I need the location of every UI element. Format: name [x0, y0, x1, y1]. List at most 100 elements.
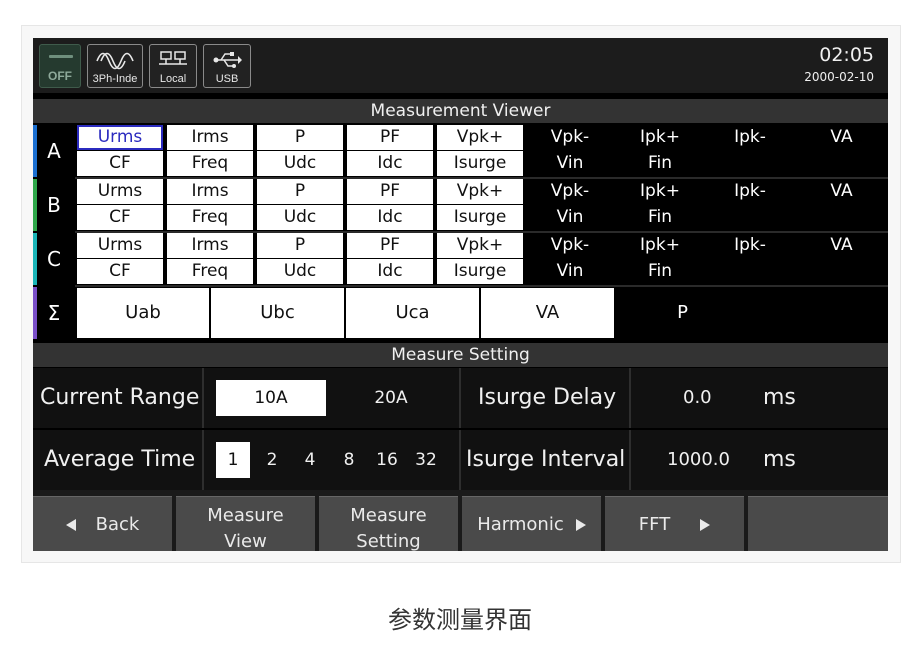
phase-a-label: A — [47, 139, 61, 163]
param-cf-cell[interactable]: CF — [77, 259, 163, 284]
param-isurge-cell[interactable]: Isurge — [437, 151, 523, 176]
param-p-cell[interactable]: P — [257, 125, 343, 150]
param-fin-cell[interactable]: Fin — [617, 151, 703, 176]
param-urms-cell[interactable]: Urms — [77, 125, 163, 150]
param-cf-cell[interactable]: CF — [77, 151, 163, 176]
param-vin-cell[interactable]: Vin — [527, 259, 613, 284]
param-cf-cell[interactable]: CF — [77, 205, 163, 230]
param-udc-cell[interactable]: Udc — [257, 205, 343, 230]
param-urms-cell[interactable]: Urms — [77, 179, 163, 204]
param-fin-cell[interactable]: Fin — [617, 205, 703, 230]
param-vin-cell[interactable]: Vin — [527, 151, 613, 176]
fft-arrow-icon — [700, 519, 711, 531]
param-ipk--cell[interactable]: Ipk+ — [617, 179, 703, 204]
sigma-p-cell[interactable]: P — [616, 288, 749, 338]
measure-view-softkey[interactable]: Measure View — [176, 496, 315, 551]
divider — [459, 430, 461, 490]
wiring-mode-button[interactable]: 3Ph-Inde — [87, 44, 143, 88]
back-arrow-icon — [65, 519, 76, 531]
divider — [459, 368, 461, 428]
current-range-label: Current Range — [40, 385, 200, 410]
param-empty-cell — [707, 259, 793, 284]
param-empty-cell — [797, 259, 886, 284]
param-freq-cell[interactable]: Freq — [167, 151, 253, 176]
isurge-interval-value[interactable]: 1000.0 — [667, 430, 730, 490]
param-empty-cell — [707, 151, 793, 176]
clock: 02:05 2000-02-10 — [804, 44, 874, 84]
current-range-option-10a[interactable]: 10A — [216, 380, 326, 416]
phase-b-label: B — [47, 193, 61, 217]
param-udc-cell[interactable]: Udc — [257, 151, 343, 176]
param-empty-cell — [797, 151, 886, 176]
param-idc-cell[interactable]: Idc — [347, 259, 433, 284]
param-vin-cell[interactable]: Vin — [527, 205, 613, 230]
param-isurge-cell[interactable]: Isurge — [437, 205, 523, 230]
sigma-uca-cell[interactable]: Uca — [346, 288, 479, 338]
param-va-cell[interactable]: VA — [797, 233, 886, 258]
wiring-mode-label: 3Ph-Inde — [92, 73, 138, 85]
back-label: Back — [95, 514, 140, 535]
param-va-cell[interactable]: VA — [797, 179, 886, 204]
current-range-option-20a[interactable]: 20A — [336, 380, 446, 416]
param-ipk--cell[interactable]: Ipk- — [707, 125, 793, 150]
param-va-cell[interactable]: VA — [797, 125, 886, 150]
sigma-uab-cell[interactable]: Uab — [77, 288, 209, 338]
divider — [629, 430, 631, 490]
harmonic-arrow-icon — [575, 519, 586, 531]
local-network-icon — [159, 51, 187, 65]
average-time-option-8[interactable]: 8 — [332, 442, 366, 478]
softkey-bar: Back Measure View Measure Setting Harmonic… — [33, 490, 888, 551]
param-pf-cell[interactable]: PF — [347, 233, 433, 258]
param-ipk--cell[interactable]: Ipk+ — [617, 233, 703, 258]
measure-setting-softkey[interactable]: Measure Setting — [319, 496, 458, 551]
param-freq-cell[interactable]: Freq — [167, 259, 253, 284]
back-softkey[interactable]: Back — [33, 496, 172, 551]
output-off-button[interactable]: OFF — [39, 44, 81, 88]
average-time-option-2[interactable]: 2 — [255, 442, 289, 478]
param-udc-cell[interactable]: Udc — [257, 259, 343, 284]
param-vpk--cell[interactable]: Vpk- — [527, 233, 613, 258]
param-irms-cell[interactable]: Irms — [167, 125, 253, 150]
clock-time: 02:05 — [819, 44, 874, 66]
average-time-option-16[interactable]: 16 — [370, 442, 404, 478]
param-ipk--cell[interactable]: Ipk- — [707, 233, 793, 258]
param-vpk--cell[interactable]: Vpk+ — [437, 233, 523, 258]
param-isurge-cell[interactable]: Isurge — [437, 259, 523, 284]
param-idc-cell[interactable]: Idc — [347, 151, 433, 176]
param-ipk--cell[interactable]: Ipk+ — [617, 125, 703, 150]
param-freq-cell[interactable]: Freq — [167, 205, 253, 230]
param-p-cell[interactable]: P — [257, 233, 343, 258]
three-phase-wave-icon — [96, 52, 134, 70]
average-time-option-32[interactable]: 32 — [409, 442, 443, 478]
sigma-va-cell[interactable]: VA — [481, 288, 614, 338]
param-irms-cell[interactable]: Irms — [167, 233, 253, 258]
fft-softkey[interactable]: FFT — [605, 496, 744, 551]
average-time-option-4[interactable]: 4 — [293, 442, 327, 478]
sigma-ubc-cell[interactable]: Ubc — [211, 288, 344, 338]
average-time-option-1[interactable]: 1 — [216, 442, 250, 478]
param-irms-cell[interactable]: Irms — [167, 179, 253, 204]
divider — [629, 368, 631, 428]
current-range-row: Current Range 10A 20A Isurge Delay 0.0 m… — [33, 368, 888, 428]
param-ipk--cell[interactable]: Ipk- — [707, 179, 793, 204]
harmonic-softkey[interactable]: Harmonic — [462, 496, 601, 551]
usb-button[interactable]: USB — [203, 44, 251, 88]
param-empty-cell — [797, 205, 886, 230]
measurement-viewer-header: Measurement Viewer — [33, 99, 888, 123]
isurge-delay-label: Isurge Delay — [478, 385, 617, 410]
param-idc-cell[interactable]: Idc — [347, 205, 433, 230]
param-vpk--cell[interactable]: Vpk- — [527, 125, 613, 150]
isurge-delay-value[interactable]: 0.0 — [683, 368, 712, 428]
local-button[interactable]: Local — [149, 44, 197, 88]
param-vpk--cell[interactable]: Vpk+ — [437, 125, 523, 150]
param-urms-cell[interactable]: Urms — [77, 233, 163, 258]
usb-label: USB — [215, 73, 239, 85]
param-fin-cell[interactable]: Fin — [617, 259, 703, 284]
param-pf-cell[interactable]: PF — [347, 125, 433, 150]
param-pf-cell[interactable]: PF — [347, 179, 433, 204]
param-p-cell[interactable]: P — [257, 179, 343, 204]
param-vpk--cell[interactable]: Vpk+ — [437, 179, 523, 204]
row-separator — [75, 285, 888, 287]
blank-softkey[interactable] — [748, 496, 888, 551]
param-vpk--cell[interactable]: Vpk- — [527, 179, 613, 204]
